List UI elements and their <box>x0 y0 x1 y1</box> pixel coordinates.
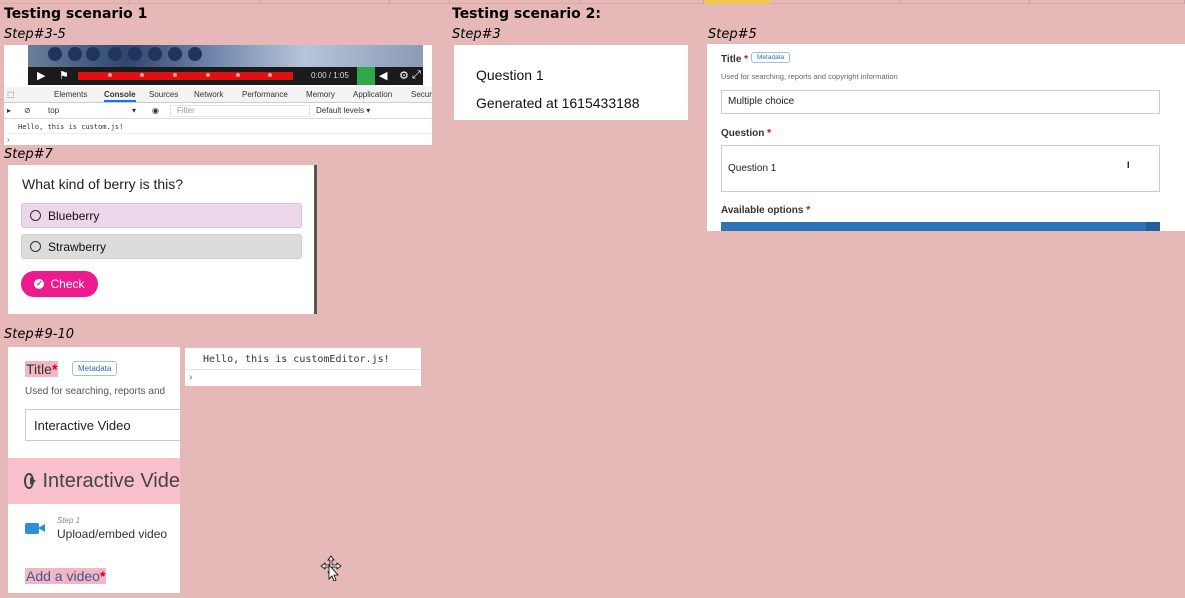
check-button[interactable]: ✓ Check <box>21 271 98 297</box>
move-cursor-icon <box>320 555 342 581</box>
inspect-icon[interactable]: ⬚ <box>7 90 15 99</box>
context-chevron-icon[interactable]: ▾ <box>132 106 136 115</box>
console-prompt-icon[interactable]: › <box>189 372 192 383</box>
gear-icon[interactable]: ⚙ <box>399 69 409 82</box>
editor-panel: Title* Metadata Used for searching, repo… <box>8 347 180 593</box>
check-circle-icon: ✓ <box>34 279 45 289</box>
upload-step-tab[interactable]: Upload/embed video <box>57 527 167 541</box>
tab-console[interactable]: Console <box>104 90 136 102</box>
title-help: Used for searching, reports and <box>25 386 166 397</box>
option-blueberry[interactable]: Blueberry <box>21 203 302 228</box>
volume-icon[interactable]: ◀ <box>379 69 387 82</box>
speed-icon[interactable] <box>357 67 375 85</box>
eye-icon[interactable]: ◉ <box>152 106 159 115</box>
title-input[interactable]: Multiple choice <box>721 90 1160 114</box>
clear-console-icon[interactable]: ⊘ <box>24 106 31 115</box>
bookmark-icon[interactable]: ⚑ <box>59 69 69 82</box>
metadata-button[interactable]: Metadata <box>751 52 791 63</box>
options-collapse-icon[interactable] <box>1146 222 1160 231</box>
step-3-5-label: Step#3-5 <box>4 27 66 42</box>
quiz-card: What kind of berry is this? Blueberry St… <box>8 165 317 314</box>
question-preview: Question 1 Generated at 1615433188 <box>454 45 688 120</box>
question-text: Question 1 <box>476 67 544 83</box>
quiz-question: What kind of berry is this? <box>22 176 184 192</box>
generated-text: Generated at 1615433188 <box>476 95 640 111</box>
context-select[interactable]: top <box>48 106 59 115</box>
option-strawberry[interactable]: Strawberry <box>21 234 302 259</box>
video-devtools-screenshot: ▶ ⚑ 0:00 / 1:05 ◀ ⚙ ⤢ ⬚ Elements Console… <box>4 45 432 145</box>
question-input[interactable]: Question 1 I <box>721 145 1160 192</box>
option-label: Blueberry <box>48 208 100 223</box>
question-label: Question * <box>721 128 772 139</box>
s2-step-3-label: Step#3 <box>452 27 501 42</box>
tab-sources[interactable]: Sources <box>149 90 178 99</box>
divider <box>185 369 421 370</box>
tab-security[interactable]: Secur <box>411 90 432 99</box>
play-circle-icon <box>24 473 36 489</box>
filter-placeholder: Filter <box>177 106 195 115</box>
check-button-label: Check <box>50 277 85 291</box>
content-type-name: Interactive Vide <box>42 469 181 492</box>
sidebar-toggle-icon[interactable]: ▸ <box>7 106 11 115</box>
radio-icon <box>30 210 41 221</box>
options-list-header[interactable] <box>721 222 1160 231</box>
selected-cell[interactable] <box>704 0 770 4</box>
step-7-label: Step#7 <box>4 147 53 162</box>
mc-editor-panel: Title * Metadata Used for searching, rep… <box>707 44 1185 231</box>
title-label: Title * <box>721 54 749 65</box>
video-controls: ▶ ⚑ 0:00 / 1:05 ◀ ⚙ ⤢ <box>28 67 423 85</box>
devtools-tabs: ⬚ Elements Console Sources Network Perfo… <box>4 87 432 103</box>
video-time: 0:00 / 1:05 <box>311 71 349 80</box>
video-camera-icon <box>25 523 45 534</box>
tab-memory[interactable]: Memory <box>306 90 335 99</box>
step-number: Step 1 <box>57 516 81 525</box>
scenario-1-heading: Testing scenario 1 <box>4 6 148 22</box>
video-progress-bar[interactable] <box>78 72 293 80</box>
spreadsheet-grid-strip <box>0 0 1185 4</box>
console-log-line: Hello, this is custom.js! <box>4 120 432 134</box>
video-frame <box>28 45 423 67</box>
metadata-button[interactable]: Metadata <box>72 361 118 376</box>
content-type-header: Interactive Vide <box>8 458 180 504</box>
scenario-2-heading: Testing scenario 2: <box>452 6 601 22</box>
question-value: Question 1 <box>728 163 777 174</box>
fullscreen-icon[interactable]: ⤢ <box>412 69 421 82</box>
editor-console: Hello, this is customEditor.js! › <box>185 347 421 386</box>
tab-elements[interactable]: Elements <box>54 90 87 99</box>
levels-select[interactable]: Default levels ▾ <box>316 106 370 115</box>
title-help: Used for searching, reports and copyrigh… <box>721 72 898 81</box>
available-options-label: Available options * <box>721 205 811 216</box>
play-icon[interactable]: ▶ <box>37 69 45 82</box>
console-log-line: Hello, this is customEditor.js! <box>203 354 390 365</box>
console-toolbar: ▸ ⊘ top ▾ ◉ Filter Default levels ▾ <box>4 103 432 119</box>
text-cursor-icon: I <box>1127 160 1130 170</box>
s2-step-5-label: Step#5 <box>708 27 757 42</box>
tab-application[interactable]: Application <box>353 90 392 99</box>
option-label: Strawberry <box>48 239 107 254</box>
step-9-10-label: Step#9-10 <box>4 327 74 342</box>
tab-performance[interactable]: Performance <box>242 90 288 99</box>
title-label: Title* <box>25 361 59 377</box>
tab-network[interactable]: Network <box>194 90 223 99</box>
title-input[interactable]: Interactive Video <box>25 409 180 441</box>
add-video-label: Add a video* <box>25 568 107 584</box>
radio-icon <box>30 241 41 252</box>
console-prompt-icon[interactable]: › <box>7 135 10 144</box>
